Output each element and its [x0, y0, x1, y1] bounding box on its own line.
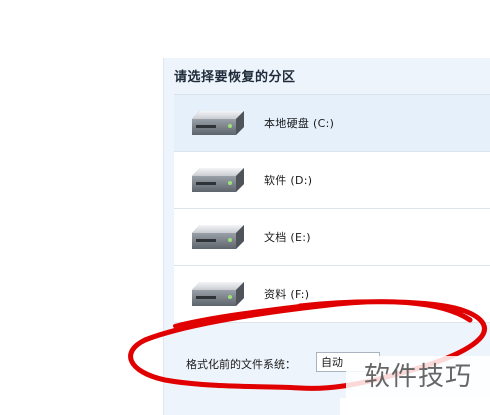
hard-drive-icon — [192, 168, 244, 192]
drive-label: 资料 (F:) — [264, 288, 310, 301]
drive-row-e[interactable]: 文档 (E:) — [174, 209, 490, 266]
hard-drive-icon — [192, 282, 244, 306]
hard-drive-icon — [192, 225, 244, 249]
drive-row-f[interactable]: 资料 (F:) — [174, 266, 490, 323]
drive-label: 文档 (E:) — [264, 231, 311, 244]
drive-row-d[interactable]: 软件 (D:) — [174, 152, 490, 209]
hard-drive-icon — [192, 111, 244, 135]
drive-label: 软件 (D:) — [264, 174, 313, 187]
drive-row-c[interactable]: 本地硬盘 (C:) — [174, 95, 490, 152]
filesystem-label: 格式化前的文件系统： — [186, 358, 296, 371]
watermark-text: 软件技巧 — [346, 356, 490, 398]
watermark-strip — [340, 398, 490, 415]
drive-label: 本地硬盘 (C:) — [264, 117, 335, 130]
partition-list: 本地硬盘 (C:) 软件 (D:) 文档 (E:) 资料 (F:) — [174, 94, 490, 323]
panel-title: 请选择要恢复的分区 — [174, 70, 296, 85]
